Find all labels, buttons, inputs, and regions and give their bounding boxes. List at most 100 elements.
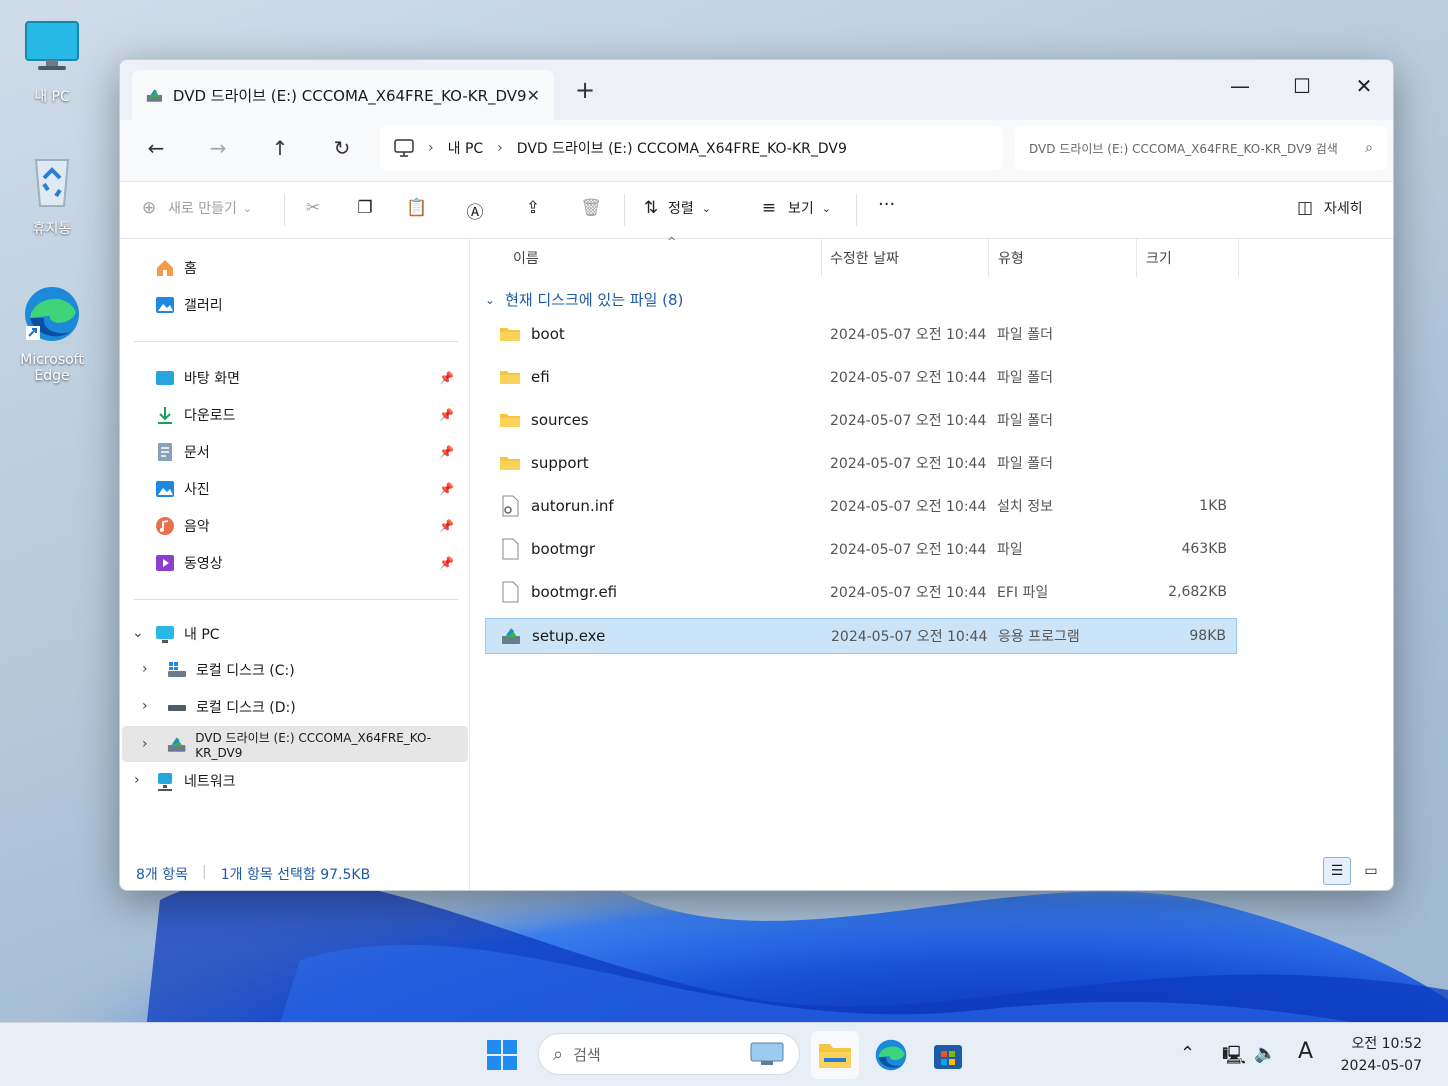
- file-row[interactable]: efi 2024-05-07 오전 10:44 파일 폴더: [485, 359, 1237, 395]
- sidebar-item-home[interactable]: 홈: [154, 251, 197, 285]
- rename-button[interactable]: Ⓐ: [464, 198, 486, 223]
- forward-button[interactable]: →: [202, 136, 234, 166]
- clock[interactable]: 오전 10:52 2024-05-07: [1341, 1033, 1422, 1077]
- sidebar-item-label: 로컬 디스크 (D:): [196, 700, 296, 716]
- sidebar-item-downloads[interactable]: 다운로드 📌: [154, 398, 464, 432]
- file-date: 2024-05-07 오전 10:44: [830, 370, 987, 386]
- up-button[interactable]: ↑: [264, 136, 296, 166]
- maximize-button[interactable]: ☐: [1282, 74, 1322, 98]
- file-row[interactable]: sources 2024-05-07 오전 10:44 파일 폴더: [485, 402, 1237, 438]
- taskbar-edge[interactable]: [867, 1031, 915, 1079]
- breadcrumb-dvd-drive[interactable]: DVD 드라이브 (E:) CCCOMA_X64FRE_KO-KR_DV9: [517, 138, 847, 158]
- file-icon: [502, 538, 519, 560]
- folder-icon: [500, 457, 520, 470]
- tiles-view-button[interactable]: ▭: [1357, 857, 1385, 885]
- file-explorer-window: DVD 드라이브 (E:) CCCOMA_X64FRE_KO-KR_DV9 ✕ …: [119, 59, 1394, 891]
- file-row[interactable]: autorun.inf 2024-05-07 오전 10:44 설치 정보 1K…: [485, 488, 1237, 524]
- address-bar[interactable]: › 내 PC › DVD 드라이브 (E:) CCCOMA_X64FRE_KO-…: [380, 126, 1002, 170]
- chevron-down-icon: ⌄: [242, 201, 253, 215]
- tab-dvd-drive[interactable]: DVD 드라이브 (E:) CCCOMA_X64FRE_KO-KR_DV9 ✕: [132, 70, 554, 120]
- chevron-right-icon[interactable]: ›: [142, 661, 148, 677]
- chevron-down-icon[interactable]: ⌄: [132, 625, 144, 641]
- breadcrumb-chevron-icon: ›: [428, 140, 434, 156]
- pin-icon[interactable]: 📌: [439, 519, 454, 533]
- more-options-button[interactable]: ···: [878, 194, 895, 215]
- sidebar-item-documents[interactable]: 문서 📌: [154, 435, 464, 469]
- column-header-name[interactable]: 이름: [513, 239, 539, 277]
- refresh-button[interactable]: ↻: [326, 136, 358, 166]
- download-icon: [158, 407, 172, 424]
- sort-button[interactable]: ⇅ 정렬 ⌄: [640, 198, 711, 218]
- sidebar-item-this-pc[interactable]: 내 PC: [154, 617, 220, 651]
- search-box[interactable]: DVD 드라이브 (E:) CCCOMA_X64FRE_KO-KR_DV9 검색…: [1015, 126, 1387, 170]
- file-name: efi: [531, 368, 550, 386]
- chevron-right-icon[interactable]: ›: [134, 772, 140, 788]
- file-row-selected[interactable]: setup.exe 2024-05-07 오전 10:44 응용 프로그램 98…: [485, 618, 1237, 654]
- pin-icon[interactable]: 📌: [439, 482, 454, 496]
- sidebar-item-network[interactable]: 네트워크: [154, 764, 236, 798]
- paste-button[interactable]: 📋: [406, 198, 428, 218]
- file-row[interactable]: bootmgr.efi 2024-05-07 오전 10:44 EFI 파일 2…: [485, 574, 1237, 610]
- group-header-label: 현재 디스크에 있는 파일 (8): [505, 291, 684, 309]
- close-button[interactable]: ✕: [1344, 74, 1384, 98]
- ime-indicator[interactable]: A: [1298, 1039, 1313, 1064]
- taskbar-file-explorer[interactable]: [811, 1031, 859, 1079]
- sidebar-item-drive-d[interactable]: 로컬 디스크 (D:): [166, 690, 296, 724]
- chevron-down-icon: ⌄: [701, 201, 711, 215]
- sidebar-item-videos[interactable]: 동영상 📌: [154, 546, 464, 580]
- sidebar-item-label: 동영상: [184, 556, 223, 572]
- desktop-icon-label: 내 PC: [34, 89, 70, 105]
- sort-ascending-icon: ^: [667, 235, 677, 248]
- column-header-date[interactable]: 수정한 날짜: [830, 239, 899, 277]
- close-tab-icon[interactable]: ✕: [527, 86, 540, 105]
- network-icon[interactable]: 🖳: [1222, 1043, 1246, 1073]
- file-row[interactable]: support 2024-05-07 오전 10:44 파일 폴더: [485, 445, 1237, 481]
- taskbar-store[interactable]: [924, 1031, 972, 1079]
- sidebar-item-desktop[interactable]: 바탕 화면 📌: [154, 361, 464, 395]
- share-button[interactable]: ⇪: [522, 198, 544, 218]
- sidebar-item-gallery[interactable]: 갤러리: [154, 288, 223, 322]
- new-button[interactable]: ⊕ 새로 만들기 ⌄: [138, 198, 252, 218]
- desktop-icon-recycle-bin[interactable]: 휴지통: [12, 150, 92, 238]
- file-row[interactable]: bootmgr 2024-05-07 오전 10:44 파일 463KB: [485, 531, 1237, 567]
- sidebar-item-drive-c[interactable]: 로컬 디스크 (C:): [166, 653, 295, 687]
- show-hidden-icons-button[interactable]: ⌃: [1180, 1043, 1195, 1064]
- chevron-right-icon[interactable]: ›: [142, 736, 148, 752]
- group-header[interactable]: ⌄ 현재 디스크에 있는 파일 (8): [485, 289, 683, 310]
- details-pane-button[interactable]: ◫ 자세히: [1294, 198, 1363, 218]
- sidebar-item-music[interactable]: 음악 📌: [154, 509, 464, 543]
- pin-icon[interactable]: 📌: [439, 371, 454, 385]
- chevron-right-icon[interactable]: ›: [142, 698, 148, 714]
- pictures-icon: [156, 481, 174, 497]
- windows-start-icon[interactable]: [486, 1039, 518, 1071]
- file-type: 파일 폴더: [997, 370, 1053, 386]
- pin-icon[interactable]: 📌: [439, 408, 454, 422]
- volume-icon[interactable]: 🔈: [1254, 1043, 1276, 1064]
- sidebar-item-pictures[interactable]: 사진 📌: [154, 472, 464, 506]
- column-header-type[interactable]: 유형: [998, 239, 1024, 277]
- back-button[interactable]: ←: [140, 136, 172, 166]
- file-row[interactable]: boot 2024-05-07 오전 10:44 파일 폴더: [485, 316, 1237, 352]
- minimize-button[interactable]: —: [1220, 74, 1260, 98]
- share-icon: ⇪: [525, 198, 541, 218]
- desktop-icon-edge[interactable]: Microsoft Edge: [12, 284, 92, 384]
- column-header-size[interactable]: 크기: [1146, 239, 1172, 277]
- cut-button[interactable]: ✂: [302, 198, 324, 218]
- delete-button[interactable]: 🗑: [580, 198, 602, 218]
- clipboard-icon: 📋: [406, 198, 428, 218]
- plus-circle-icon: ⊕: [141, 198, 157, 218]
- new-tab-button[interactable]: +: [575, 76, 595, 104]
- breadcrumb-this-pc[interactable]: 내 PC: [448, 138, 484, 158]
- edge-icon: [25, 287, 79, 341]
- clock-time: 오전 10:52: [1351, 1036, 1422, 1052]
- taskbar-search[interactable]: ⌕ 검색: [538, 1033, 800, 1075]
- pin-icon[interactable]: 📌: [439, 445, 454, 459]
- details-view-button[interactable]: ☰: [1323, 857, 1351, 885]
- desktop-icon-this-pc[interactable]: 내 PC: [12, 18, 92, 106]
- pin-icon[interactable]: 📌: [439, 556, 454, 570]
- view-button[interactable]: ≡ 보기 ⌄: [758, 198, 831, 218]
- copy-button[interactable]: ❐: [354, 198, 376, 218]
- file-size: 98KB: [1189, 628, 1226, 644]
- sidebar-item-dvd-drive[interactable]: DVD 드라이브 (E:) CCCOMA_X64FRE_KO-KR_DV9: [166, 727, 469, 761]
- file-size: 2,682KB: [1168, 584, 1227, 600]
